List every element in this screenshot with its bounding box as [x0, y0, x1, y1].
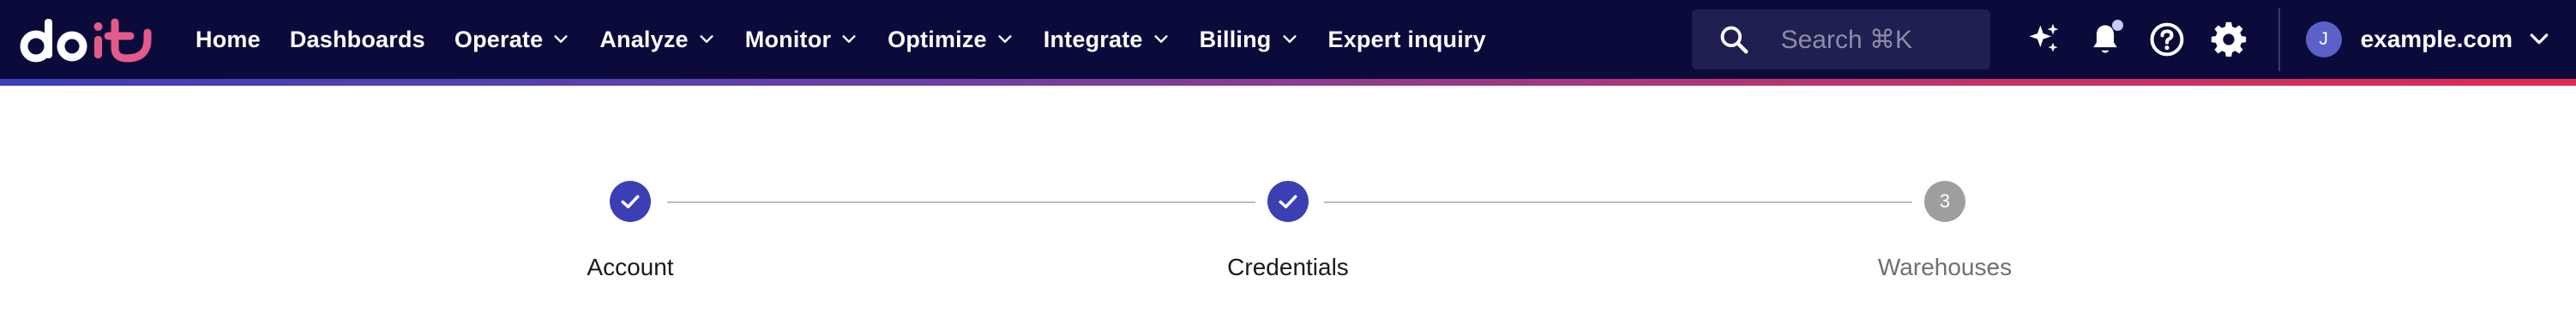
nav-billing-label: Billing [1199, 26, 1272, 52]
step-3-label: Warehouses [1877, 254, 2013, 280]
ai-assistant-button[interactable] [2022, 18, 2065, 61]
gear-icon [2211, 21, 2246, 57]
notifications-button[interactable] [2084, 18, 2127, 61]
chevron-down-icon [554, 35, 568, 43]
checkmark-icon [621, 195, 640, 208]
nav-home[interactable]: Home [196, 27, 261, 53]
nav-integrate[interactable]: Integrate [1044, 27, 1171, 53]
account-name: example.com [2360, 26, 2513, 52]
nav-analyze-label: Analyze [599, 26, 689, 52]
step-connector-2 [1324, 201, 1912, 203]
nav-billing[interactable]: Billing [1200, 27, 1299, 53]
nav-optimize[interactable]: Optimize [888, 27, 1014, 53]
nav-operate-label: Operate [454, 26, 544, 52]
avatar: J [2305, 21, 2342, 57]
doit-logo-mark [20, 18, 152, 63]
main-nav: Home Dashboards Operate Analyze Monitor … [196, 0, 1515, 79]
chevron-down-icon [2530, 33, 2549, 45]
setup-stepper: Account Credentials 3 Warehouses [0, 86, 2576, 324]
doit-logo[interactable] [19, 14, 163, 65]
nav-monitor[interactable]: Monitor [745, 27, 858, 53]
account-switcher[interactable]: J example.com [2305, 21, 2552, 57]
step-2-complete-indicator [1267, 181, 1309, 222]
nav-analyze[interactable]: Analyze [599, 27, 715, 53]
nav-dashboards[interactable]: Dashboards [290, 27, 425, 53]
chevron-down-icon [1282, 35, 1297, 43]
chevron-down-icon [998, 35, 1012, 43]
help-icon [2150, 22, 2184, 57]
search-placeholder: Search ⌘K [1780, 25, 1912, 54]
header-divider [2278, 8, 2280, 71]
nav-dashboards-label: Dashboards [289, 26, 425, 52]
chevron-down-icon [842, 35, 856, 43]
nav-operate[interactable]: Operate [454, 27, 570, 53]
nav-optimize-label: Optimize [888, 26, 987, 52]
notification-dot [2111, 20, 2123, 31]
search-icon [1720, 26, 1748, 54]
step-connector-1 [667, 201, 1255, 203]
nav-expert-inquiry-label: Expert inquiry [1327, 26, 1486, 52]
search-box[interactable]: Search ⌘K [1691, 9, 1990, 69]
checkmark-icon [1279, 195, 1297, 208]
help-button[interactable] [2146, 18, 2188, 61]
nav-monitor-label: Monitor [744, 26, 832, 52]
step-2-label: Credentials [1227, 254, 1349, 280]
step-1-label: Account [587, 254, 674, 280]
header-accent-strip [0, 79, 2576, 86]
step-1-complete-indicator [610, 181, 651, 222]
nav-integrate-label: Integrate [1043, 26, 1143, 52]
chevron-down-icon [1154, 35, 1168, 43]
chevron-down-icon [700, 35, 713, 43]
top-navigation-bar: Home Dashboards Operate Analyze Monitor … [0, 0, 2576, 79]
sparkles-icon [2029, 23, 2058, 52]
nav-home-label: Home [196, 26, 261, 52]
settings-button[interactable] [2207, 18, 2250, 61]
step-3-number: 3 [1924, 181, 1965, 222]
header-actions: Search ⌘K J example.com [1691, 0, 2576, 79]
nav-expert-inquiry[interactable]: Expert inquiry [1328, 27, 1486, 53]
